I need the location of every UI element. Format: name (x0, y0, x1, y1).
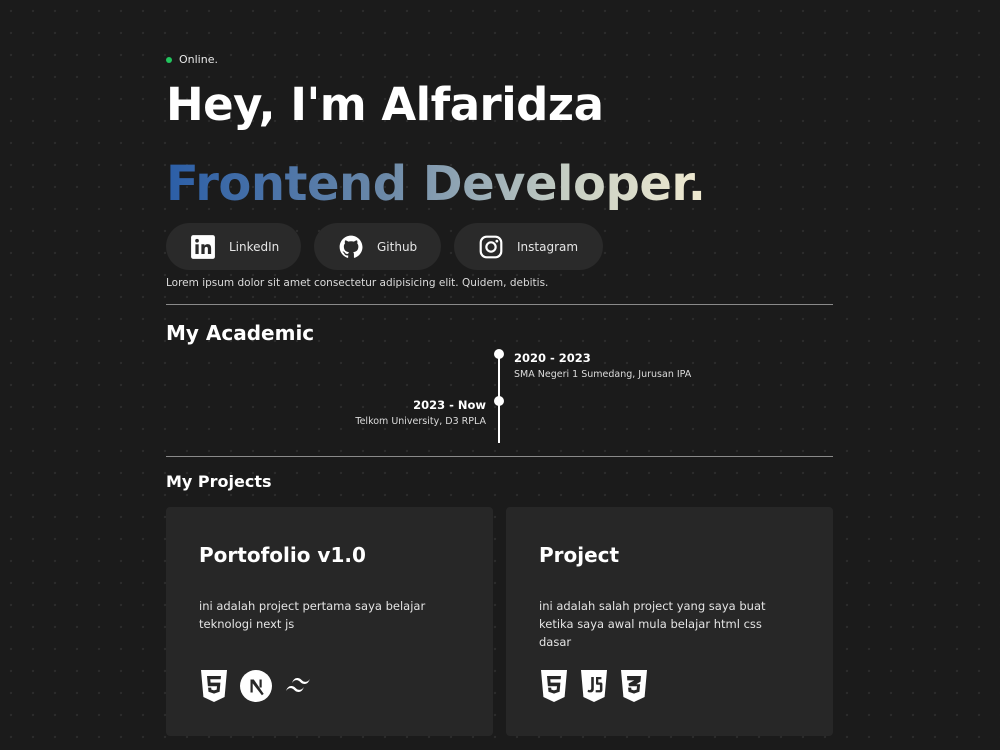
css3-icon (619, 669, 649, 703)
tech-icons (539, 669, 649, 703)
status-label: Online. (179, 53, 218, 66)
hero-role: Frontend Developer. (166, 156, 706, 212)
instagram-label: Instagram (517, 239, 579, 254)
linkedin-icon (190, 234, 216, 260)
project-title: Project (539, 543, 620, 567)
github-icon (338, 234, 364, 260)
timeline-place: SMA Negeri 1 Sumedang, Jurusan IPA (514, 369, 692, 380)
academic-title: My Academic (166, 321, 315, 345)
timeline-dot (494, 349, 504, 359)
timeline-dot (494, 396, 504, 406)
javascript-icon (579, 669, 609, 703)
hero-greeting: Hey, I'm Alfaridza (166, 78, 604, 131)
linkedin-button[interactable]: LinkedIn (166, 223, 301, 270)
bio-text: Lorem ipsum dolor sit amet consectetur a… (166, 277, 549, 289)
divider (166, 456, 833, 457)
timeline-entry: 2023 - Now Telkom University, D3 RPLA (355, 398, 486, 427)
projects-title: My Projects (166, 472, 272, 491)
social-links: LinkedIn Github Instagram (166, 223, 603, 270)
project-title: Portofolio v1.0 (199, 543, 366, 567)
project-card[interactable]: Portofolio v1.0 ini adalah project perta… (166, 507, 493, 736)
timeline-years: 2020 - 2023 (514, 351, 591, 365)
html5-icon (199, 669, 229, 703)
timeline-entry: 2020 - 2023 SMA Negeri 1 Sumedang, Jurus… (514, 351, 691, 380)
nextjs-icon (239, 669, 273, 703)
tailwind-icon (283, 669, 317, 703)
online-status: Online. (166, 53, 218, 66)
project-card[interactable]: Project ini adalah salah project yang sa… (506, 507, 833, 736)
instagram-icon (478, 234, 504, 260)
status-dot (166, 56, 172, 63)
tech-icons (199, 669, 317, 703)
divider (166, 304, 833, 305)
html5-icon (539, 669, 569, 703)
linkedin-label: LinkedIn (229, 239, 280, 254)
project-description: ini adalah project pertama saya belajar … (199, 599, 426, 631)
github-label: Github (377, 239, 418, 254)
instagram-button[interactable]: Instagram (454, 223, 603, 270)
timeline-years: 2023 - Now (413, 398, 486, 412)
timeline-place: Telkom University, D3 RPLA (355, 416, 486, 427)
github-button[interactable]: Github (314, 223, 441, 270)
project-description: ini adalah salah project yang saya buat … (539, 599, 766, 649)
